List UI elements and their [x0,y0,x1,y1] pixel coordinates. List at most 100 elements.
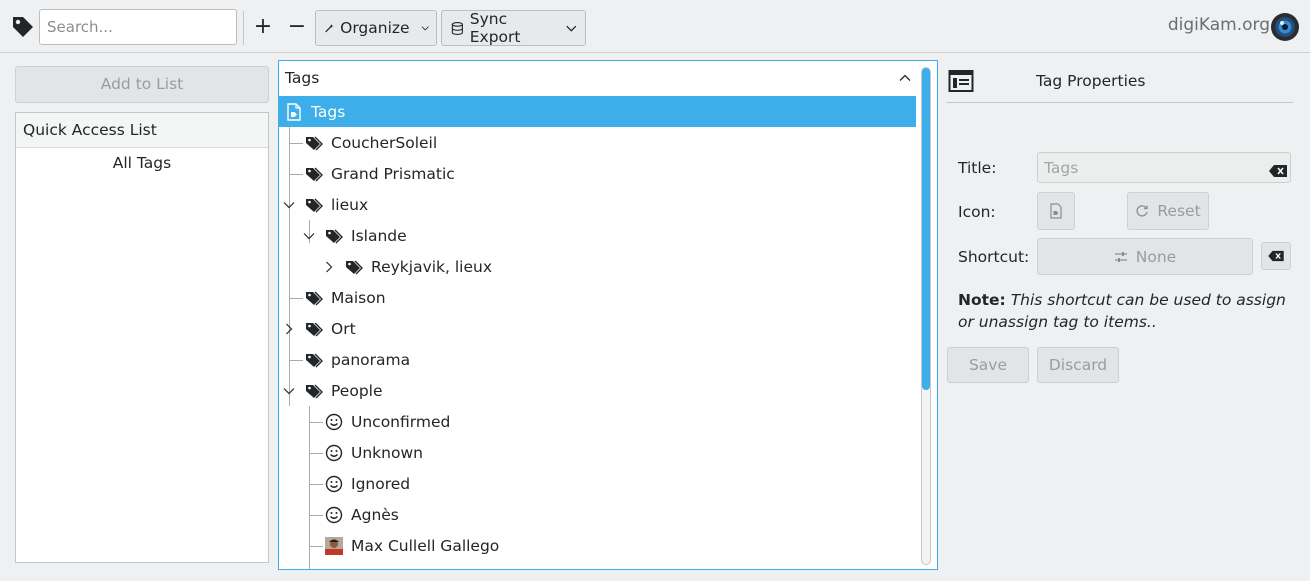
tree-item-agnes[interactable]: Agnès [279,499,916,530]
tag-icon [306,322,323,336]
tree-item-maison[interactable]: Maison [279,282,916,313]
configure-shortcuts-icon [1114,251,1127,262]
person-photo-icon [325,536,343,555]
organize-label: Organize [340,19,410,37]
tree-item-label: Islande [351,226,407,245]
tree-item-label: Ignored [351,474,411,493]
tree-item-ort[interactable]: Ort [279,313,916,344]
tree-item-label: Agnès [351,505,399,524]
add-tag-button[interactable]: + [249,12,277,42]
title-field[interactable]: Tags [1037,152,1291,183]
icon-label: Icon: [958,203,996,221]
expand-chevron-down-icon[interactable] [283,385,295,397]
expand-chevron-right-icon[interactable] [323,261,335,273]
tree-item-tags-root[interactable]: Tags [279,96,916,127]
brand-text: digiKam.org [1167,15,1270,35]
expand-chevron-down-icon[interactable] [283,199,295,211]
clear-shortcut-button[interactable] [1261,242,1291,270]
chevron-down-icon [566,25,577,32]
tree-item-label: Grand Prismatic [331,164,455,183]
tree-item-label: Reykjavik, lieux [371,257,493,276]
reset-label: Reset [1157,202,1201,220]
smiley-icon [325,413,343,430]
tree-item-couchersoleil[interactable]: CoucherSoleil [279,127,916,158]
tag-icon [306,291,323,305]
title-field-value: Tags [1044,159,1079,177]
toolbar: + − Organize Sync Export digiKam.org [0,0,1310,53]
clear-shortcut-icon [1268,250,1284,262]
save-button[interactable]: Save [947,347,1029,383]
remove-tag-button[interactable]: − [283,12,311,42]
refresh-icon [1136,205,1148,217]
tag-icon [346,260,363,274]
tag-document-icon [1050,203,1062,219]
smiley-icon [325,444,343,461]
chevron-down-icon [421,26,429,31]
divider [946,102,1293,103]
tag-icon [326,229,343,243]
shortcut-value: None [1135,247,1177,266]
tag-icon [306,384,323,398]
tree-item-people[interactable]: People [279,375,916,406]
tag-icon [306,198,323,212]
tag-properties-title: Tag Properties [1036,72,1146,90]
chevron-up-icon[interactable] [898,71,912,85]
tag-icon [13,17,33,37]
quick-access-list-header: Quick Access List [16,113,268,148]
tree-item-label: People [331,381,383,400]
tree-item-grand-prismatic[interactable]: Grand Prismatic [279,158,916,189]
tree-item-label: lieux [331,195,369,214]
tree-item-label: CoucherSoleil [331,133,438,152]
tree-item-label: Ort [331,319,356,338]
tree-item-label: panorama [331,350,411,369]
sync-export-label: Sync Export [469,10,521,46]
save-label: Save [968,356,1008,374]
tags-tree-header[interactable]: Tags [279,61,916,96]
reset-button[interactable]: Reset [1127,192,1209,230]
tag-icon [306,353,323,367]
note-text: This shortcut can be used to assign or u… [958,291,1286,331]
add-to-list-button[interactable]: Add to List [15,66,269,103]
quick-access-item-all-tags[interactable]: All Tags [16,154,268,172]
tree-item-label: Unknown [351,443,423,462]
tags-tree-panel: Tags Tags CoucherSoleil Grand Prismatic … [278,60,938,570]
tree-scrollbar-thumb[interactable] [922,68,930,390]
icon-picker-button[interactable] [1037,192,1075,230]
tree-item-max-cullell-gallego[interactable]: Max Cullell Gallego [279,530,916,561]
digikam-logo-icon [1271,13,1299,41]
note-bold: Note: [958,291,1006,309]
tree-item-lieux[interactable]: lieux [279,189,916,220]
expand-chevron-down-icon[interactable] [303,230,315,242]
toolbar-separator [243,11,244,45]
tree-item-label: Maison [331,288,386,307]
discard-button[interactable]: Discard [1037,347,1119,383]
tree-item-label: Unconfirmed [351,412,451,431]
quick-access-list: Quick Access List All Tags [15,112,269,563]
shortcut-note: Note: This shortcut can be used to assig… [958,289,1288,333]
title-label: Title: [958,159,997,177]
properties-icon [948,70,974,92]
database-icon [451,21,463,35]
clear-title-icon[interactable] [1268,164,1288,178]
shortcut-label: Shortcut: [958,248,1030,266]
tree-item-label: Tags [311,102,346,121]
tree-item-unconfirmed[interactable]: Unconfirmed [279,406,916,437]
wand-icon [325,24,334,33]
tags-tree-header-label: Tags [285,69,320,87]
tree-item-islande[interactable]: Islande [279,220,916,251]
tree-item-label: Max Cullell Gallego [351,536,500,555]
organize-button[interactable]: Organize [315,10,437,46]
tree-item-panorama[interactable]: panorama [279,344,916,375]
smiley-icon [325,475,343,492]
tag-icon [306,136,323,150]
expand-chevron-right-icon[interactable] [283,323,295,335]
tree-item-ignored[interactable]: Ignored [279,468,916,499]
smiley-icon [325,506,343,523]
discard-label: Discard [1048,356,1108,374]
tree-item-reykjavik[interactable]: Reykjavik, lieux [279,251,916,282]
shortcut-button[interactable]: None [1037,238,1253,275]
tree-item-unknown[interactable]: Unknown [279,437,916,468]
tag-icon [306,167,323,181]
search-input[interactable] [39,9,237,45]
sync-export-button[interactable]: Sync Export [441,10,586,46]
